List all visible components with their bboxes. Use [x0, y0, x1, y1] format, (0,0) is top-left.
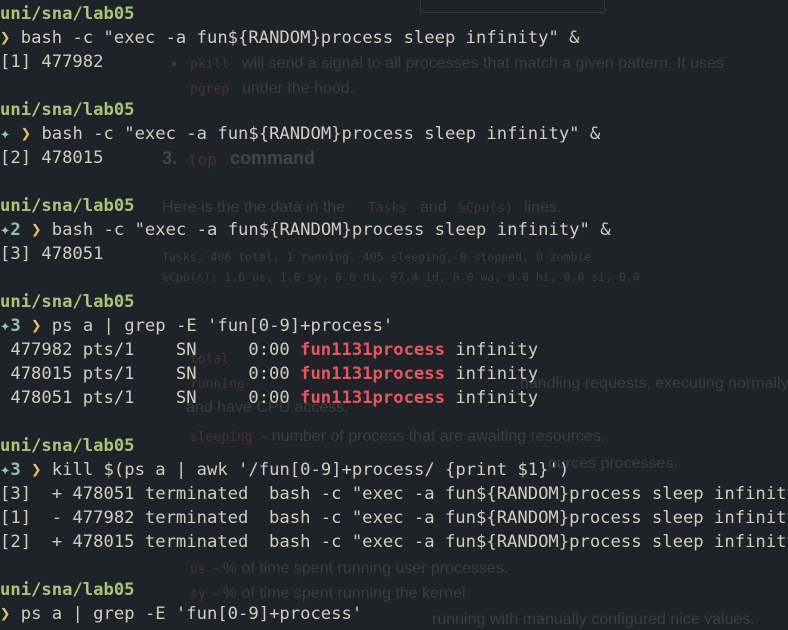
prompt-arrow-icon: ❯ — [0, 28, 11, 48]
bg-text: running with manually configured nice va… — [432, 611, 755, 628]
job-count: 2 — [10, 220, 21, 240]
grep-match: fun1131process — [300, 340, 445, 360]
background-jobs-icon: ✦ — [0, 460, 11, 480]
ps-output-row: 477982 pts/1 SN 0:00 fun1131process infi… — [0, 340, 539, 360]
prompt-path: uni/sna/lab05 — [0, 196, 135, 216]
bg-text: will send a signal to all processes that… — [242, 55, 725, 72]
grep-match: fun1131process — [300, 364, 445, 384]
prompt-arrow-icon: ❯ — [0, 604, 11, 624]
bg-code: %Cpu(s) — [458, 201, 513, 216]
command-line: ✦ ❯ bash -c "exec -a fun${RANDOM}process… — [0, 122, 600, 146]
bg-code: sy — [190, 587, 206, 602]
bg-code: us — [190, 562, 206, 577]
bg-heading: command — [230, 148, 316, 168]
bg-text: - % of time spent running the kernel. — [213, 585, 471, 602]
prompt-arrow-icon: ❯ — [31, 316, 42, 336]
ps-output-row: 478015 pts/1 SN 0:00 fun1131process infi… — [0, 364, 539, 384]
bg-code-pgrep: pgrep — [190, 82, 230, 97]
output-line: [3] + 478051 terminated bash -c "exec -a… — [0, 484, 788, 504]
background-jobs-icon: ✦ — [0, 316, 11, 336]
bg-text: under the hood. — [242, 80, 355, 97]
prompt-path: uni/sna/lab05 — [0, 436, 135, 456]
command-text: bash -c "exec -a fun${RANDOM}process sle… — [41, 124, 601, 144]
command-line: ✦3 ❯ ps a | grep -E 'fun[0-9]+process' — [0, 314, 393, 338]
prompt-arrow-icon: ❯ — [20, 124, 32, 144]
prompt-path: uni/sna/lab05 — [0, 100, 135, 120]
command-line: ❯ bash -c "exec -a fun${RANDOM}process s… — [0, 26, 580, 50]
command-line[interactable]: ❯ ps a | grep -E 'fun[0-9]+process' — [0, 602, 362, 626]
bg-code: sleeping — [190, 430, 253, 445]
job-count: 3 — [10, 316, 21, 336]
output-line: [2] 478015 — [0, 148, 104, 168]
command-text: ps a | grep -E 'fun[0-9]+process' — [51, 316, 394, 336]
command-line: ✦2 ❯ bash -c "exec -a fun${RANDOM}proces… — [0, 218, 611, 242]
prompt-path: uni/sna/lab05 — [0, 580, 135, 600]
bg-text: Here is the the data in the — [162, 199, 346, 216]
prompt-path: uni/sna/lab05 — [0, 292, 135, 312]
bg-code: Tasks — [368, 201, 408, 216]
background-frame — [420, 0, 605, 13]
background-jobs-icon: ✦ — [0, 124, 11, 144]
command-text: bash -c "exec -a fun${RANDOM}process sle… — [20, 28, 580, 48]
bg-text: and — [420, 199, 447, 216]
bg-code-top: top — [188, 150, 217, 169]
command-text: ps a | grep -E 'fun[0-9]+process' — [20, 604, 363, 624]
bg-mono: %Cpu(s): 1.6 us, 1.0 sy, 0.0 ni, 97.4 id… — [162, 270, 640, 284]
bg-heading: 3. — [162, 148, 178, 168]
command-text: bash -c "exec -a fun${RANDOM}process sle… — [51, 220, 611, 240]
output-line: [1] 477982 — [0, 52, 104, 72]
command-text: kill $(ps a | awk '/fun[0-9]+process/ {p… — [51, 460, 570, 480]
bg-text: handling requests, executing normally, — [520, 375, 788, 392]
bg-text: lines. — [524, 199, 562, 216]
prompt-path: uni/sna/lab05 — [0, 4, 135, 24]
prompt-arrow-icon: ❯ — [31, 460, 42, 480]
output-line: [2] + 478015 terminated bash -c "exec -a… — [0, 532, 788, 552]
grep-match: fun1131process — [300, 388, 445, 408]
ps-output-row: 478051 pts/1 SN 0:00 fun1131process infi… — [0, 388, 539, 408]
job-count: 3 — [10, 460, 21, 480]
output-line: [3] 478051 — [0, 244, 104, 264]
output-line: [1] - 477982 terminated bash -c "exec -a… — [0, 508, 788, 528]
bg-text: - number of process that are awaiting re… — [262, 428, 606, 445]
background-jobs-icon: ✦ — [0, 220, 11, 240]
bg-mono: Tasks: 406 total, 1 running, 405 sleepin… — [162, 250, 592, 264]
prompt-arrow-icon: ❯ — [31, 220, 42, 240]
bg-text: - % of time spent running user processes… — [213, 560, 509, 577]
bg-code-pkill: pkill — [190, 57, 230, 72]
command-line: ✦3 ❯ kill $(ps a | awk '/fun[0-9]+proces… — [0, 458, 569, 482]
